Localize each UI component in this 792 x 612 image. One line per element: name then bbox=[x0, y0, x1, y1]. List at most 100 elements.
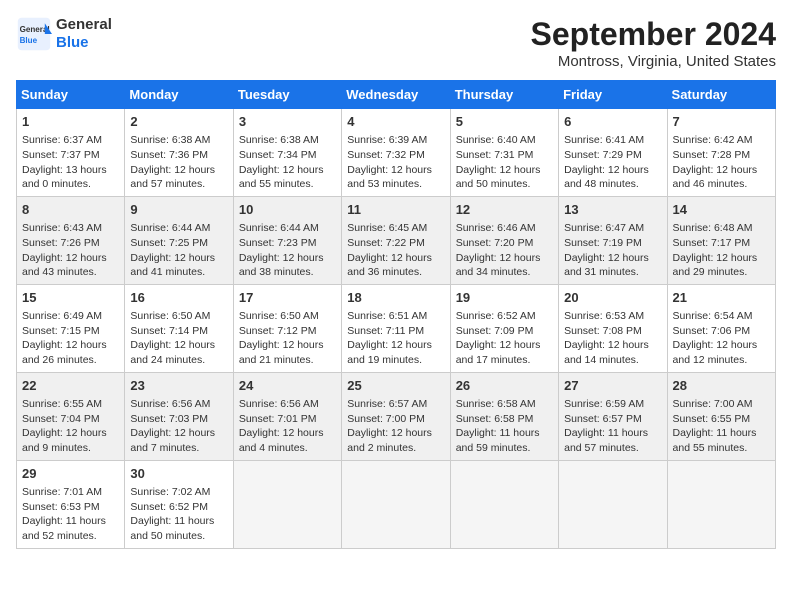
calendar-day bbox=[559, 460, 667, 548]
logo-text-blue: Blue bbox=[56, 34, 112, 52]
day-info: Sunrise: 6:56 AM Sunset: 7:03 PM Dayligh… bbox=[130, 397, 227, 456]
calendar-day: 27 Sunrise: 6:59 AM Sunset: 6:57 PM Dayli… bbox=[559, 372, 667, 460]
calendar-day: 20 Sunrise: 6:53 AM Sunset: 7:08 PM Dayli… bbox=[559, 284, 667, 372]
header-cell-monday: Monday bbox=[125, 81, 233, 109]
calendar-day bbox=[667, 460, 775, 548]
day-number: 15 bbox=[22, 289, 119, 307]
day-info: Sunrise: 6:53 AM Sunset: 7:08 PM Dayligh… bbox=[564, 309, 661, 368]
calendar-body: 1Sunrise: 6:37 AM Sunset: 7:37 PM Daylig… bbox=[17, 109, 776, 549]
calendar-day: 13 Sunrise: 6:47 AM Sunset: 7:19 PM Dayli… bbox=[559, 196, 667, 284]
day-number: 11 bbox=[347, 201, 444, 219]
day-number: 1 bbox=[22, 113, 119, 131]
calendar-day: 12 Sunrise: 6:46 AM Sunset: 7:20 PM Dayli… bbox=[450, 196, 558, 284]
calendar-day: 4 Sunrise: 6:39 AM Sunset: 7:32 PM Daylig… bbox=[342, 109, 450, 197]
header-cell-sunday: Sunday bbox=[17, 81, 125, 109]
day-info: Sunrise: 6:50 AM Sunset: 7:14 PM Dayligh… bbox=[130, 309, 227, 368]
day-info: Sunrise: 6:56 AM Sunset: 7:01 PM Dayligh… bbox=[239, 397, 336, 456]
day-info: Sunrise: 6:52 AM Sunset: 7:09 PM Dayligh… bbox=[456, 309, 553, 368]
day-number: 29 bbox=[22, 465, 119, 483]
svg-text:Blue: Blue bbox=[20, 36, 38, 45]
calendar-day: 21Sunrise: 6:54 AM Sunset: 7:06 PM Dayli… bbox=[667, 284, 775, 372]
day-number: 9 bbox=[130, 201, 227, 219]
calendar-day: 15 Sunrise: 6:49 AM Sunset: 7:15 PM Dayli… bbox=[17, 284, 125, 372]
calendar-week-5: 29 Sunrise: 7:01 AM Sunset: 6:53 PM Dayli… bbox=[17, 460, 776, 548]
calendar-week-1: 1Sunrise: 6:37 AM Sunset: 7:37 PM Daylig… bbox=[17, 109, 776, 197]
day-number: 27 bbox=[564, 377, 661, 395]
day-number: 25 bbox=[347, 377, 444, 395]
day-number: 24 bbox=[239, 377, 336, 395]
calendar-day: 25 Sunrise: 6:57 AM Sunset: 7:00 PM Dayli… bbox=[342, 372, 450, 460]
day-info: Sunrise: 6:43 AM Sunset: 7:26 PM Dayligh… bbox=[22, 221, 119, 280]
day-info: Sunrise: 6:45 AM Sunset: 7:22 PM Dayligh… bbox=[347, 221, 444, 280]
calendar-week-2: 8 Sunrise: 6:43 AM Sunset: 7:26 PM Daylig… bbox=[17, 196, 776, 284]
day-number: 30 bbox=[130, 465, 227, 483]
calendar-week-3: 15 Sunrise: 6:49 AM Sunset: 7:15 PM Dayli… bbox=[17, 284, 776, 372]
day-number: 22 bbox=[22, 377, 119, 395]
day-info: Sunrise: 7:02 AM Sunset: 6:52 PM Dayligh… bbox=[130, 485, 227, 544]
logo: General Blue General Blue bbox=[16, 16, 112, 52]
day-info: Sunrise: 6:58 AM Sunset: 6:58 PM Dayligh… bbox=[456, 397, 553, 456]
calendar-day: 9 Sunrise: 6:44 AM Sunset: 7:25 PM Daylig… bbox=[125, 196, 233, 284]
calendar-table: SundayMondayTuesdayWednesdayThursdayFrid… bbox=[16, 80, 776, 549]
day-info: Sunrise: 6:41 AM Sunset: 7:29 PM Dayligh… bbox=[564, 133, 661, 192]
calendar-day: 17 Sunrise: 6:50 AM Sunset: 7:12 PM Dayli… bbox=[233, 284, 341, 372]
calendar-day: 28 Sunrise: 7:00 AM Sunset: 6:55 PM Dayli… bbox=[667, 372, 775, 460]
day-number: 2 bbox=[130, 113, 227, 131]
day-info: Sunrise: 6:48 AM Sunset: 7:17 PM Dayligh… bbox=[673, 221, 770, 280]
day-number: 26 bbox=[456, 377, 553, 395]
header-cell-tuesday: Tuesday bbox=[233, 81, 341, 109]
calendar-header: SundayMondayTuesdayWednesdayThursdayFrid… bbox=[17, 81, 776, 109]
day-info: Sunrise: 6:42 AM Sunset: 7:28 PM Dayligh… bbox=[673, 133, 770, 192]
calendar-day: 11 Sunrise: 6:45 AM Sunset: 7:22 PM Dayli… bbox=[342, 196, 450, 284]
logo-icon: General Blue bbox=[16, 16, 52, 52]
day-info: Sunrise: 6:39 AM Sunset: 7:32 PM Dayligh… bbox=[347, 133, 444, 192]
calendar-day: 24 Sunrise: 6:56 AM Sunset: 7:01 PM Dayli… bbox=[233, 372, 341, 460]
day-info: Sunrise: 6:55 AM Sunset: 7:04 PM Dayligh… bbox=[22, 397, 119, 456]
day-number: 10 bbox=[239, 201, 336, 219]
day-info: Sunrise: 6:44 AM Sunset: 7:23 PM Dayligh… bbox=[239, 221, 336, 280]
day-info: Sunrise: 6:59 AM Sunset: 6:57 PM Dayligh… bbox=[564, 397, 661, 456]
day-info: Sunrise: 6:57 AM Sunset: 7:00 PM Dayligh… bbox=[347, 397, 444, 456]
day-number: 6 bbox=[564, 113, 661, 131]
calendar-day: 18Sunrise: 6:51 AM Sunset: 7:11 PM Dayli… bbox=[342, 284, 450, 372]
day-info: Sunrise: 6:44 AM Sunset: 7:25 PM Dayligh… bbox=[130, 221, 227, 280]
day-info: Sunrise: 6:54 AM Sunset: 7:06 PM Dayligh… bbox=[673, 309, 770, 368]
day-info: Sunrise: 7:01 AM Sunset: 6:53 PM Dayligh… bbox=[22, 485, 119, 544]
calendar-day: 30 Sunrise: 7:02 AM Sunset: 6:52 PM Dayli… bbox=[125, 460, 233, 548]
title-block: September 2024 Montross, Virginia, Unite… bbox=[531, 16, 776, 70]
logo-text-general: General bbox=[56, 16, 112, 34]
day-number: 12 bbox=[456, 201, 553, 219]
day-number: 8 bbox=[22, 201, 119, 219]
calendar-day: 7 Sunrise: 6:42 AM Sunset: 7:28 PM Daylig… bbox=[667, 109, 775, 197]
page-header: General Blue General Blue September 2024… bbox=[16, 16, 776, 70]
calendar-day: 29 Sunrise: 7:01 AM Sunset: 6:53 PM Dayli… bbox=[17, 460, 125, 548]
day-info: Sunrise: 6:47 AM Sunset: 7:19 PM Dayligh… bbox=[564, 221, 661, 280]
day-number: 20 bbox=[564, 289, 661, 307]
day-number: 3 bbox=[239, 113, 336, 131]
day-number: 28 bbox=[673, 377, 770, 395]
day-info: Sunrise: 6:38 AM Sunset: 7:34 PM Dayligh… bbox=[239, 133, 336, 192]
day-info: Sunrise: 6:50 AM Sunset: 7:12 PM Dayligh… bbox=[239, 309, 336, 368]
day-number: 17 bbox=[239, 289, 336, 307]
calendar-week-4: 22 Sunrise: 6:55 AM Sunset: 7:04 PM Dayli… bbox=[17, 372, 776, 460]
day-info: Sunrise: 6:46 AM Sunset: 7:20 PM Dayligh… bbox=[456, 221, 553, 280]
header-row: SundayMondayTuesdayWednesdayThursdayFrid… bbox=[17, 81, 776, 109]
calendar-day bbox=[450, 460, 558, 548]
day-info: Sunrise: 7:00 AM Sunset: 6:55 PM Dayligh… bbox=[673, 397, 770, 456]
calendar-day: 19Sunrise: 6:52 AM Sunset: 7:09 PM Dayli… bbox=[450, 284, 558, 372]
calendar-day: 26 Sunrise: 6:58 AM Sunset: 6:58 PM Dayli… bbox=[450, 372, 558, 460]
calendar-day bbox=[342, 460, 450, 548]
day-info: Sunrise: 6:40 AM Sunset: 7:31 PM Dayligh… bbox=[456, 133, 553, 192]
calendar-day: 8 Sunrise: 6:43 AM Sunset: 7:26 PM Daylig… bbox=[17, 196, 125, 284]
day-number: 4 bbox=[347, 113, 444, 131]
day-number: 14 bbox=[673, 201, 770, 219]
day-info: Sunrise: 6:49 AM Sunset: 7:15 PM Dayligh… bbox=[22, 309, 119, 368]
calendar-day: 16Sunrise: 6:50 AM Sunset: 7:14 PM Dayli… bbox=[125, 284, 233, 372]
day-number: 23 bbox=[130, 377, 227, 395]
header-cell-friday: Friday bbox=[559, 81, 667, 109]
calendar-day: 6 Sunrise: 6:41 AM Sunset: 7:29 PM Daylig… bbox=[559, 109, 667, 197]
day-number: 7 bbox=[673, 113, 770, 131]
page-subtitle: Montross, Virginia, United States bbox=[531, 53, 776, 70]
day-number: 13 bbox=[564, 201, 661, 219]
calendar-day: 2Sunrise: 6:38 AM Sunset: 7:36 PM Daylig… bbox=[125, 109, 233, 197]
